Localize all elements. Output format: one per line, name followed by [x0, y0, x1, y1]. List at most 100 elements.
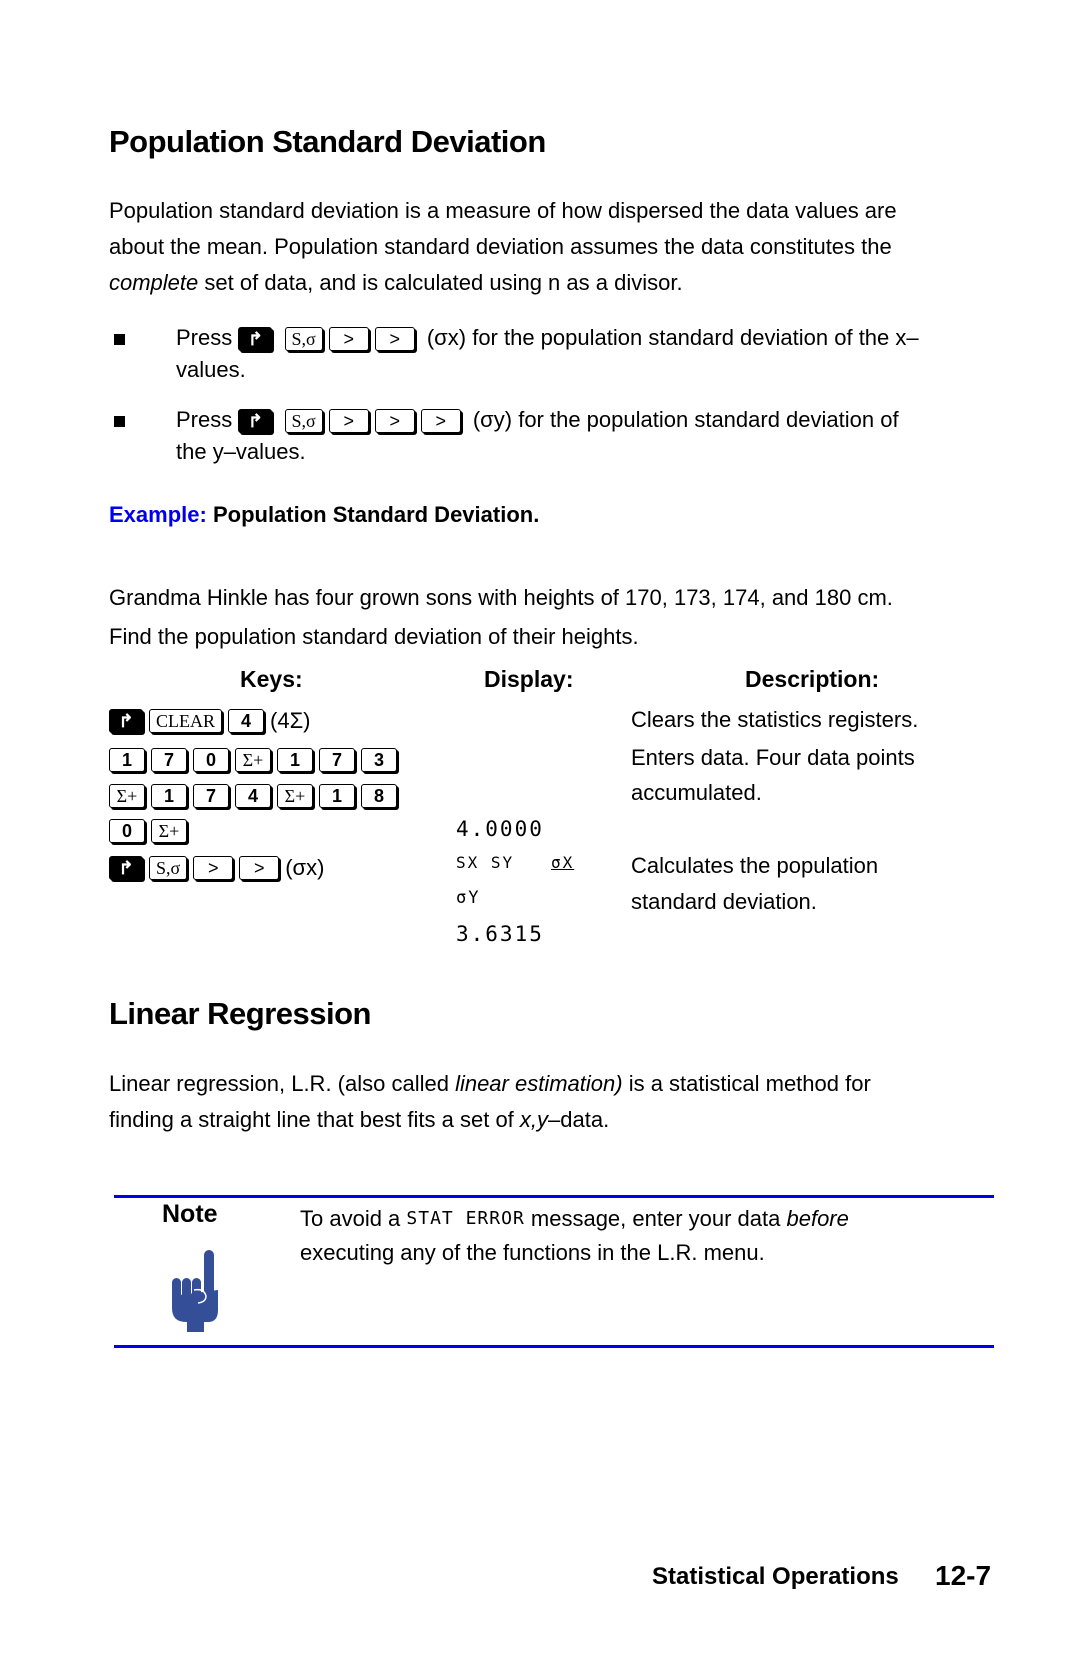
right-shift-key-icon: ↱ [109, 856, 143, 880]
key-right-arrow: > [420, 409, 461, 434]
key-right-arrow: > [328, 409, 369, 434]
bullet-line: Press ↱ S,σ > > (σx) for the population st… [176, 322, 1006, 354]
key-8: 8 [361, 784, 397, 808]
key-sigma-plus: Σ+ [277, 784, 313, 808]
key-4: 4 [228, 709, 265, 733]
sigma-x-annotation: (σx) [426, 325, 467, 350]
text: To avoid a [300, 1206, 407, 1231]
intro-line: about the mean. Population standard devi… [109, 234, 892, 259]
text: finding a straight line that best fits a… [109, 1107, 520, 1132]
emphasis: x,y [519, 1107, 549, 1132]
intro-line: complete set of data, and is calculated … [109, 265, 989, 301]
key-0: 0 [193, 748, 229, 772]
key-1: 1 [319, 784, 355, 808]
table-row-keys: ↱ CLEAR 4 (4Σ) [109, 705, 311, 737]
key-sigma-plus: Σ+ [151, 819, 187, 843]
key-clear: CLEAR [149, 709, 223, 733]
bullet-square-icon [114, 416, 125, 427]
key-7: 7 [319, 748, 355, 772]
row-description: standard deviation. [631, 889, 817, 914]
bullet-line: the y–values. [176, 439, 306, 464]
linear-regression-paragraph: Linear regression, L.R. (also called lin… [109, 1066, 989, 1138]
sigma-y-annotation: (σy) [472, 407, 513, 432]
emphasis: before [786, 1206, 849, 1231]
problem-line: Find the population standard deviation o… [109, 624, 639, 649]
intro-line: Population standard deviation is a measu… [109, 198, 897, 223]
note-label: Note [162, 1200, 218, 1228]
note-top-rule [114, 1195, 994, 1198]
display-result: 3.6315 [456, 922, 544, 946]
key-right-arrow: > [193, 856, 234, 880]
table-row-keys: 0 Σ+ [109, 815, 193, 847]
bullet-item: Press ↱ S,σ > > (σx) for the population st… [176, 322, 1006, 386]
key-1: 1 [151, 784, 187, 808]
intro-text: set of data, and is calculated using n a… [198, 270, 683, 295]
note-bottom-rule [114, 1345, 994, 1348]
row-description: accumulated. [631, 780, 762, 805]
key-right-arrow: > [239, 856, 280, 880]
display-menu: SX SY σX [456, 853, 576, 872]
right-shift-key-icon: ↱ [238, 327, 273, 352]
key-right-arrow: > [328, 327, 369, 352]
bullet-item: Press ↱ S,σ > > > (σy) for the population s… [176, 404, 1006, 468]
example-heading: Example: Population Standard Deviation. [109, 502, 539, 528]
column-header-display: Display: [484, 666, 574, 692]
column-header-keys: Keys: [240, 666, 303, 692]
display-readout: σY [456, 888, 481, 908]
emphasis: linear estimation) [455, 1071, 623, 1096]
footer-chapter: Statistical Operations [652, 1563, 899, 1590]
section-title-population-sd: Population Standard Deviation [109, 124, 546, 159]
press-label: Press [176, 325, 233, 350]
key-s-sigma: S,σ [284, 327, 323, 352]
text: –data. [548, 1107, 610, 1132]
problem-statement: Grandma Hinkle has four grown sons with … [109, 578, 989, 656]
note-line: To avoid a STAT ERROR message, enter you… [300, 1202, 1000, 1236]
section-title-linear-regression: Linear Regression [109, 996, 371, 1031]
menu-item-sigma-x-selected: σX [551, 853, 575, 872]
row-description: Clears the statistics registers. [631, 707, 919, 732]
table-row-keys: 1 7 0 Σ+ 1 7 3 [109, 744, 403, 776]
note-line: executing any of the functions in the L.… [300, 1240, 765, 1265]
text: message, enter your data [524, 1206, 787, 1231]
text: Linear regression, L.R. (also called [109, 1071, 456, 1096]
bullet-description: for the population standard deviation of [518, 407, 899, 432]
key-right-arrow: > [374, 409, 415, 434]
key-7: 7 [193, 784, 229, 808]
key-3: 3 [361, 748, 397, 772]
key-right-arrow: > [374, 327, 415, 352]
bullet-line: Press ↱ S,σ > > > (σy) for the population s… [176, 404, 1006, 436]
key-7: 7 [151, 748, 187, 772]
stat-error-lcd: STAT ERROR [406, 1208, 525, 1229]
right-shift-key-icon: ↱ [109, 709, 143, 733]
bullet-line: values. [176, 357, 246, 382]
key-sigma-plus: Σ+ [109, 784, 145, 808]
right-shift-key-icon: ↱ [238, 409, 273, 434]
note-text: To avoid a STAT ERROR message, enter you… [300, 1202, 1000, 1270]
menu-item-sy: SY [490, 853, 515, 872]
text: is a statistical method for [622, 1071, 871, 1096]
sigma-x-annotation: (σx) [285, 855, 325, 880]
clear-annotation: (4Σ) [270, 708, 311, 733]
emphasis: complete [109, 270, 199, 295]
key-s-sigma: S,σ [284, 409, 323, 434]
intro-paragraph: Population standard deviation is a measu… [109, 193, 989, 301]
paragraph-line: finding a straight line that best fits a… [109, 1102, 989, 1138]
bullet-square-icon [114, 334, 125, 345]
table-row-keys: ↱ S,σ > > (σx) [109, 852, 324, 884]
footer-page-number: 12-7 [935, 1560, 992, 1591]
row-description: Enters data. Four data points [631, 745, 915, 770]
press-label: Press [176, 407, 233, 432]
column-header-description: Description: [745, 666, 880, 692]
table-row-keys: Σ+ 1 7 4 Σ+ 1 8 [109, 780, 403, 812]
bullet-description: for the population standard deviation of… [472, 325, 919, 350]
menu-item-sx: SX [456, 853, 480, 872]
key-0: 0 [109, 819, 145, 843]
paragraph-line: Linear regression, L.R. (also called lin… [109, 1066, 989, 1102]
key-s-sigma: S,σ [149, 856, 188, 880]
problem-line: Grandma Hinkle has four grown sons with … [109, 585, 893, 610]
pointing-hand-icon [172, 1250, 218, 1332]
key-1: 1 [277, 748, 313, 772]
key-sigma-plus: Σ+ [235, 748, 271, 772]
key-4: 4 [235, 784, 271, 808]
example-title: Population Standard Deviation. [212, 502, 540, 527]
